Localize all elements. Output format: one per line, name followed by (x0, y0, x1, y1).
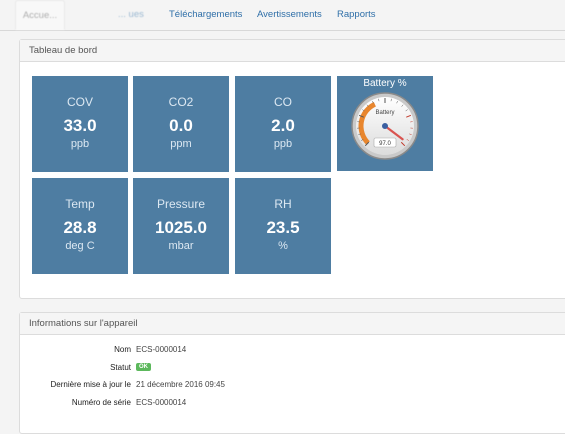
tab-label: Avertissements (257, 9, 322, 20)
tile-label: RH (235, 197, 331, 211)
info-value: ECS-0000014 (136, 398, 186, 407)
gauge-inner-label: Battery (375, 110, 394, 116)
tab-label: Rapports (337, 9, 376, 20)
tile-unit: ppb (235, 138, 331, 150)
info-label: Numéro de série (72, 398, 131, 407)
device-info-title: Informations sur l'appareil (20, 313, 565, 335)
gauge-value: 97.0 (379, 141, 391, 147)
tab-hidden[interactable]: ... ues (118, 9, 144, 20)
tile-battery[interactable]: Battery % Battery 97.0 (337, 76, 433, 171)
tile-value: 2.0 (235, 116, 331, 136)
tile-rh[interactable]: RH 23.5 % (235, 178, 331, 274)
tile-co2[interactable]: CO2 0.0 ppm (133, 76, 229, 172)
tile-label: COV (32, 95, 128, 109)
tab-label: Accue... (23, 10, 57, 21)
tile-label: CO (235, 95, 331, 109)
info-label: Dernière mise à jour le (51, 380, 131, 389)
tab-label: Téléchargements (169, 9, 242, 20)
tab-bar: Accue... ... ues Téléchargements Avertis… (0, 0, 565, 31)
tile-temp[interactable]: Temp 28.8 deg C (32, 178, 128, 274)
tab-accueil[interactable]: Accue... (15, 0, 65, 30)
tile-cov[interactable]: COV 33.0 ppb (32, 76, 128, 172)
tile-unit: ppb (32, 138, 128, 150)
gauge-hub (382, 123, 388, 129)
tile-value: 23.5 (235, 218, 331, 238)
tile-value: 33.0 (32, 116, 128, 136)
tile-unit: ppm (133, 138, 229, 150)
info-value: 21 décembre 2016 09:45 (136, 380, 225, 389)
tab-telechargements[interactable]: Téléchargements (169, 9, 242, 20)
tile-value: 0.0 (133, 116, 229, 136)
tile-label: Pressure (133, 197, 229, 211)
tile-unit: % (235, 240, 331, 252)
tile-value: 1025.0 (133, 218, 229, 238)
dashboard-title: Tableau de bord (20, 40, 565, 62)
info-label: Statut (110, 363, 131, 372)
battery-gauge: Battery 97.0 (350, 91, 420, 161)
device-info-panel: Informations sur l'appareil (19, 312, 565, 434)
tile-unit: deg C (32, 240, 128, 252)
tile-label: Temp (32, 197, 128, 211)
info-label: Nom (114, 345, 131, 354)
tab-label: ... ues (118, 9, 144, 20)
tile-co[interactable]: CO 2.0 ppb (235, 76, 331, 172)
tab-rapports[interactable]: Rapports (337, 9, 376, 20)
status-badge: OK (136, 363, 151, 371)
info-value: ECS-0000014 (136, 345, 186, 354)
tile-value: 28.8 (32, 218, 128, 238)
tab-avertissements[interactable]: Avertissements (257, 9, 322, 20)
tile-pressure[interactable]: Pressure 1025.0 mbar (133, 178, 229, 274)
gauge-title: Battery % (337, 78, 433, 89)
tile-unit: mbar (133, 240, 229, 252)
tile-label: CO2 (133, 95, 229, 109)
